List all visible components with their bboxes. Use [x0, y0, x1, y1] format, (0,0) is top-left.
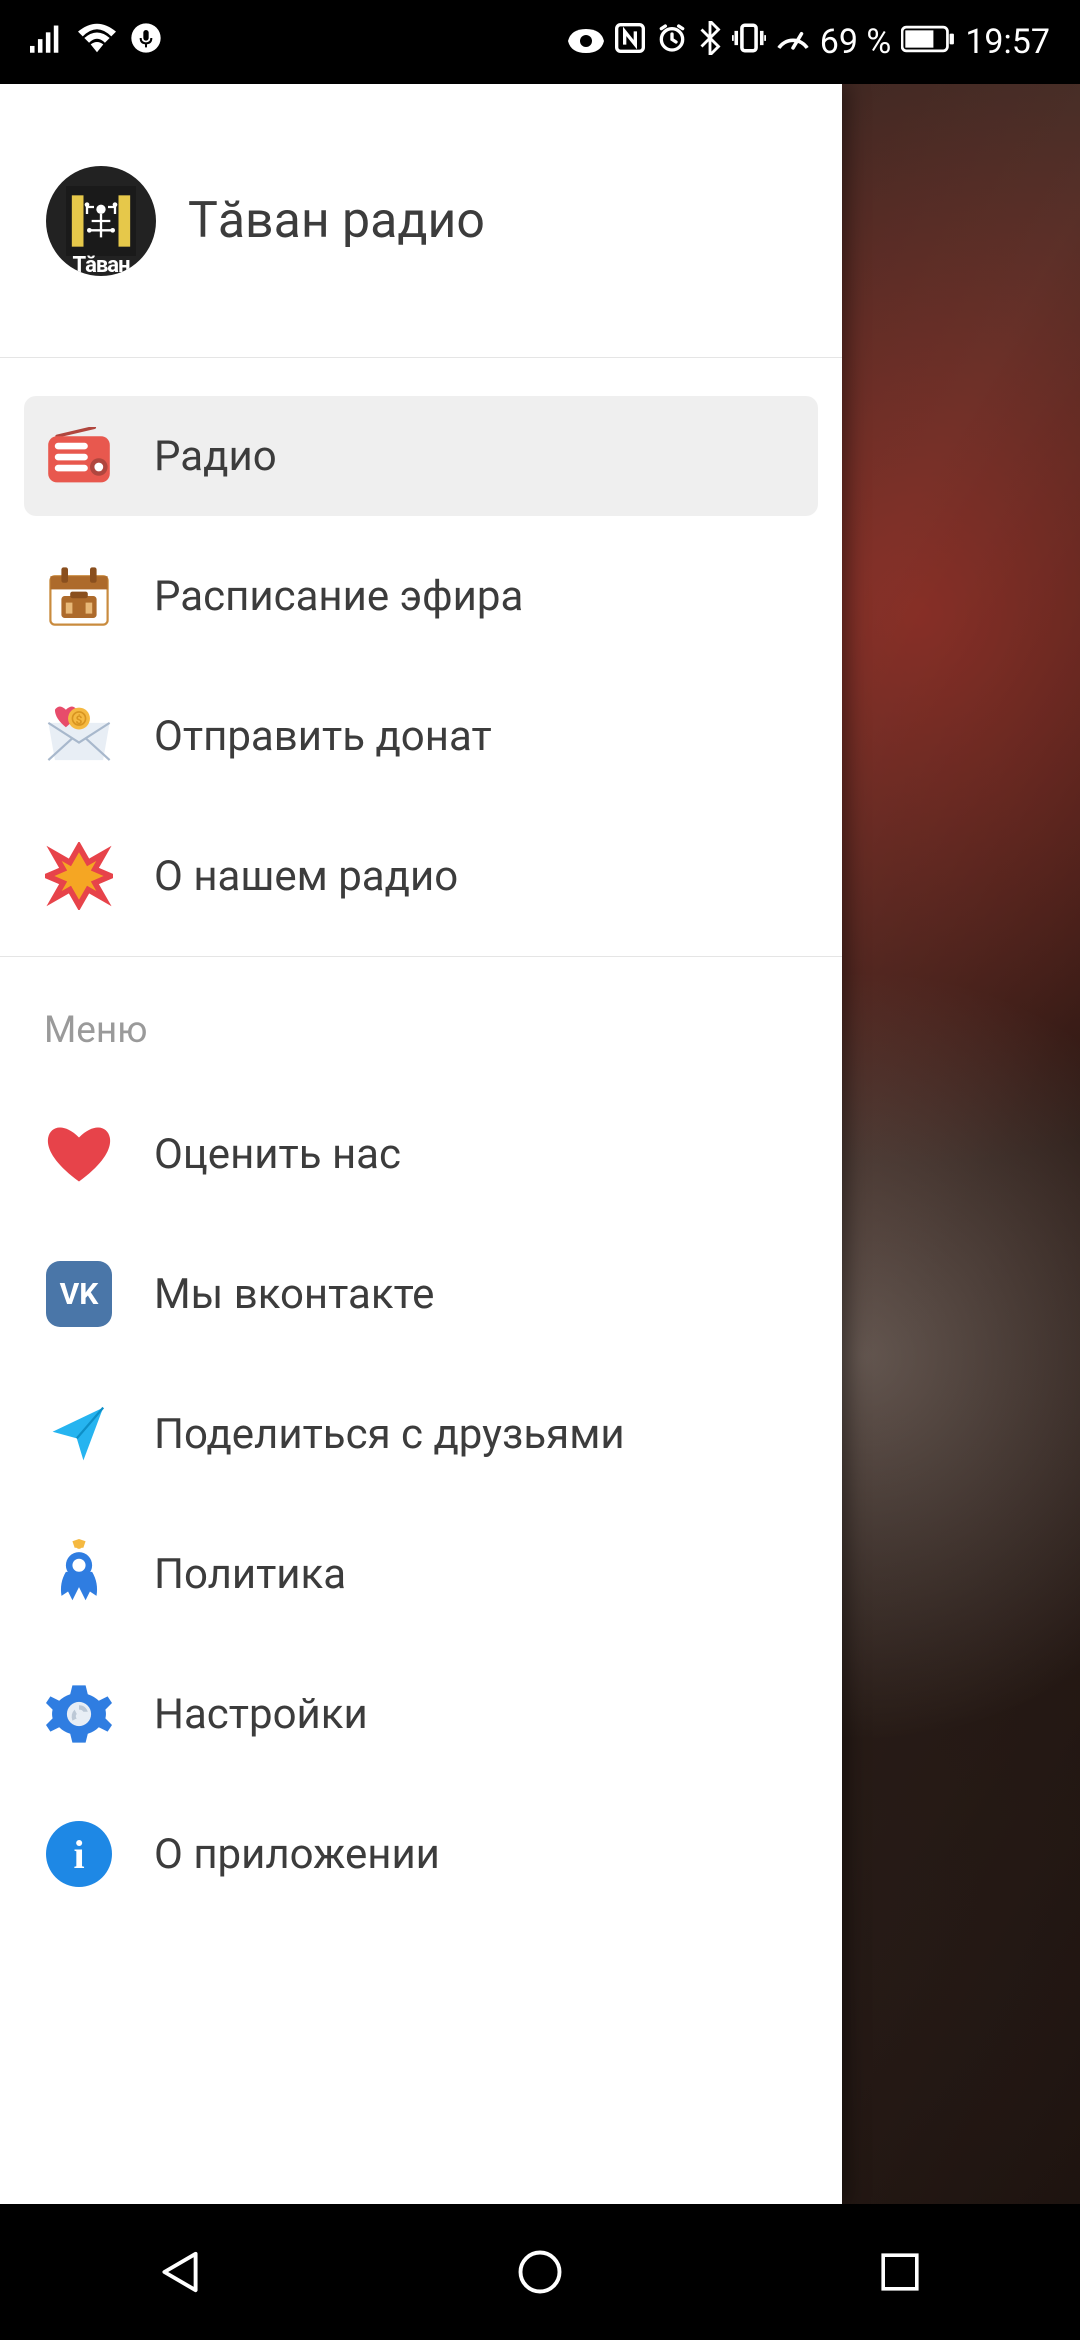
app-title: Тăван радио: [188, 192, 485, 250]
nav-back-button[interactable]: [150, 2242, 210, 2302]
schedule-icon: [44, 561, 114, 631]
drawer-item-label: Радио: [154, 432, 277, 481]
share-icon: [44, 1399, 114, 1469]
vk-icon: VK: [44, 1259, 114, 1329]
battery-percentage: 69 %: [820, 22, 892, 62]
heart-icon: [44, 1119, 114, 1189]
drawer-item-settings[interactable]: Настройки: [24, 1654, 818, 1774]
drawer-item-share[interactable]: Поделиться с друзьями: [24, 1374, 818, 1494]
nav-home-button[interactable]: [510, 2242, 570, 2302]
drawer-item-label: О приложении: [154, 1830, 440, 1879]
drawer-item-label: Поделиться с друзьями: [154, 1410, 625, 1459]
eye-icon: [568, 22, 604, 62]
drawer-header: Тăван Тăван радио: [0, 84, 842, 358]
drawer-item-donate[interactable]: $ Отправить донат: [24, 676, 818, 796]
drawer-item-label: Настройки: [154, 1690, 368, 1739]
drawer-item-label: Политика: [154, 1550, 346, 1599]
drawer-item-label: Расписание эфира: [154, 572, 523, 621]
clock-time: 19:57: [965, 22, 1050, 62]
nfc-icon: [614, 22, 646, 63]
info-icon: i: [44, 1819, 114, 1889]
alarm-icon: [656, 22, 688, 63]
signal-icon: [30, 22, 64, 62]
app-logo: Тăван: [46, 166, 156, 276]
nav-recent-button[interactable]: [870, 2242, 930, 2302]
drawer-item-label: Мы вконтакте: [154, 1270, 434, 1319]
drawer-item-label: О нашем радио: [154, 852, 458, 901]
radio-icon: [44, 421, 114, 491]
drawer-primary-section: Радио Расписание эфира: [0, 358, 842, 1934]
section-header-menu: Меню: [24, 957, 818, 1094]
system-nav-bar: [0, 2204, 1080, 2340]
drawer-item-about-radio[interactable]: О нашем радио: [24, 816, 818, 936]
drawer-item-vkontakte[interactable]: VK Мы вконтакте: [24, 1234, 818, 1354]
about-radio-icon: [44, 841, 114, 911]
policy-icon: [44, 1539, 114, 1609]
drawer-item-rate-us[interactable]: Оценить нас: [24, 1094, 818, 1214]
drawer-item-policy[interactable]: Политика: [24, 1514, 818, 1634]
drawer-item-radio[interactable]: Радио: [24, 396, 818, 516]
data-speed-icon: [776, 22, 810, 63]
drawer-item-about-app[interactable]: i О приложении: [24, 1794, 818, 1914]
drawer-item-label: Оценить нас: [154, 1130, 401, 1179]
status-bar: 69 % 19:57: [0, 0, 1080, 84]
svg-text:$: $: [76, 713, 83, 727]
mic-icon: [130, 22, 162, 63]
donate-icon: $: [44, 701, 114, 771]
app-logo-text: Тăван: [72, 253, 129, 276]
vibrate-icon: [732, 22, 766, 63]
bluetooth-icon: [698, 21, 722, 64]
navigation-drawer: Тăван Тăван радио Радио: [0, 84, 842, 2204]
drawer-item-schedule[interactable]: Расписание эфира: [24, 536, 818, 656]
drawer-item-label: Отправить донат: [154, 712, 492, 761]
battery-icon: [901, 22, 955, 62]
settings-icon: [44, 1679, 114, 1749]
wifi-icon: [78, 22, 116, 62]
